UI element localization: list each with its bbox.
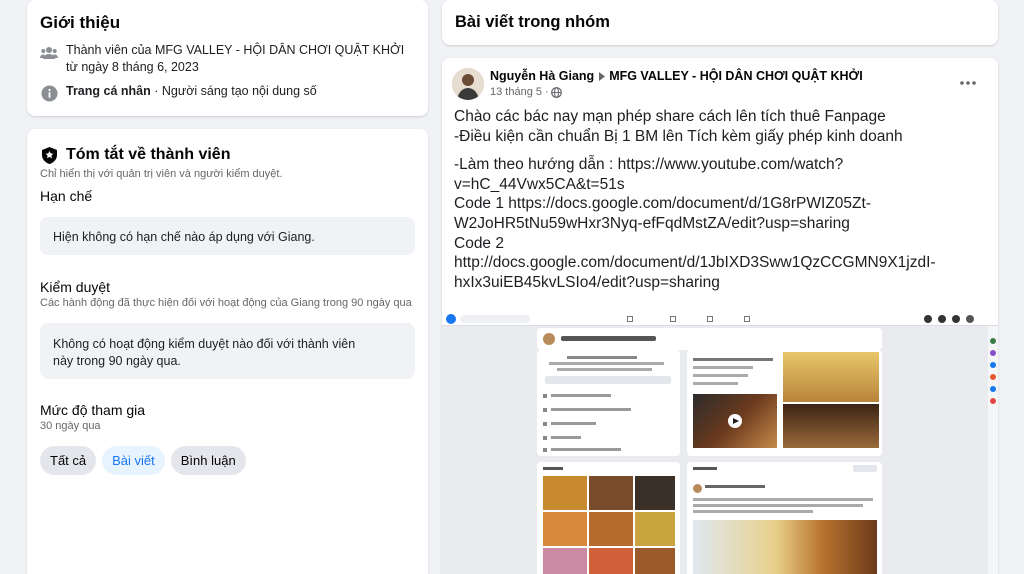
intro-card: Giới thiệu Thành viên của MFG VALLEY - H… <box>27 0 428 116</box>
member-prefix: Thành viên của <box>66 43 155 57</box>
post-line: -Điều kiện cần chuẩn Bị 1 BM lên Tích kè… <box>454 127 903 145</box>
globe-icon <box>550 86 562 98</box>
restrictions-text: Hiện không có hạn chế nào áp dụng với Gi… <box>53 230 315 244</box>
post-header-line: Nguyễn Hà Giang MFG VALLEY - HỘI DÂN CHƠ… <box>490 69 863 83</box>
engagement-title: Mức độ tham gia <box>40 402 146 418</box>
group-posts-title: Bài viết trong nhóm <box>455 13 610 31</box>
tab-posts[interactable]: Bài viết <box>102 446 165 475</box>
profile-suffix: · Người sáng tạo nội dung số <box>150 84 317 98</box>
member-suffix: từ ngày 8 tháng 6, 2023 <box>66 60 199 74</box>
post-date[interactable]: 13 tháng 5 · <box>490 86 549 98</box>
author-avatar[interactable] <box>452 68 484 100</box>
more-icon[interactable] <box>956 73 980 93</box>
image-topbar <box>442 312 998 326</box>
post-line: Code 2 <box>454 234 504 252</box>
summary-header: Tóm tắt về thành viên <box>40 146 230 164</box>
group-posts-header-card: Bài viết trong nhóm <box>442 0 998 45</box>
post-line[interactable]: http://docs.google.com/document/d/1JbIXD… <box>454 253 989 273</box>
post-group-link[interactable]: MFG VALLEY - HỘI DÂN CHƠI QUẬT KHỞI <box>609 69 863 83</box>
post-line[interactable]: Code 1 https://docs.google.com/document/… <box>454 194 989 214</box>
profile-text: Trang cá nhân · Người sáng tạo nội dung … <box>66 83 317 100</box>
post-line[interactable]: W2JoHR5tNu59wHxr3Nyq-efFqdMstZA/edit?usp… <box>454 214 989 234</box>
post-card: Nguyễn Hà Giang MFG VALLEY - HỘI DÂN CHƠ… <box>442 58 998 574</box>
post-body: Chào các bác nay mạn phép share cách lên… <box>454 107 989 292</box>
post-line[interactable]: v=hC_44Vwx5CA&t=51s <box>454 175 989 195</box>
restrictions-title: Hạn chế <box>40 188 93 204</box>
caret-right-icon <box>599 71 606 81</box>
info-icon <box>39 83 59 103</box>
member-summary-card: Tóm tắt về thành viên Chỉ hiển thị với q… <box>27 129 428 574</box>
moderation-box: Không có hoạt động kiểm duyệt nào đối vớ… <box>40 323 415 379</box>
moderation-subtitle: Các hành động đã thực hiện đối với hoạt … <box>40 297 412 309</box>
tab-comments[interactable]: Bình luận <box>170 446 246 475</box>
post-meta: 13 tháng 5 · <box>490 86 562 98</box>
moderation-text: Không có hoạt động kiểm duyệt nào đối vớ… <box>53 337 356 368</box>
member-since-text: Thành viên của MFG VALLEY - HỘI DÂN CHƠI… <box>66 42 411 76</box>
visibility-note: Chỉ hiển thị với quản trị viên và người … <box>40 168 283 180</box>
post-line[interactable]: -Làm theo hướng dẫn : https://www.youtub… <box>454 155 989 175</box>
post-image[interactable] <box>442 312 998 574</box>
engagement-tabs: Tất cả Bài viết Bình luận <box>40 446 252 475</box>
post-line[interactable]: hxIx3uiEB45kvLSIo4/edit?usp=sharing <box>454 273 989 293</box>
post-line: Chào các bác nay mạn phép share cách lên… <box>454 108 886 125</box>
summary-title: Tóm tắt về thành viên <box>66 146 231 163</box>
profile-row: Trang cá nhân · Người sáng tạo nội dung … <box>39 83 419 103</box>
shield-icon <box>40 146 58 164</box>
engagement-subtitle: 30 ngày qua <box>40 420 101 432</box>
tab-all[interactable]: Tất cả <box>40 446 97 475</box>
moderation-title: Kiểm duyệt <box>40 279 111 295</box>
group-link[interactable]: MFG VALLEY - HỘI DÂN CHƠI QUẬT KHỞI <box>155 43 404 57</box>
intro-title: Giới thiệu <box>40 13 121 32</box>
member-since-row: Thành viên của MFG VALLEY - HỘI DÂN CHƠI… <box>39 42 419 76</box>
members-icon <box>39 43 59 63</box>
restrictions-box: Hiện không có hạn chế nào áp dụng với Gi… <box>40 217 415 255</box>
profile-link[interactable]: Trang cá nhân <box>66 84 151 98</box>
author-name[interactable]: Nguyễn Hà Giang <box>490 69 594 83</box>
